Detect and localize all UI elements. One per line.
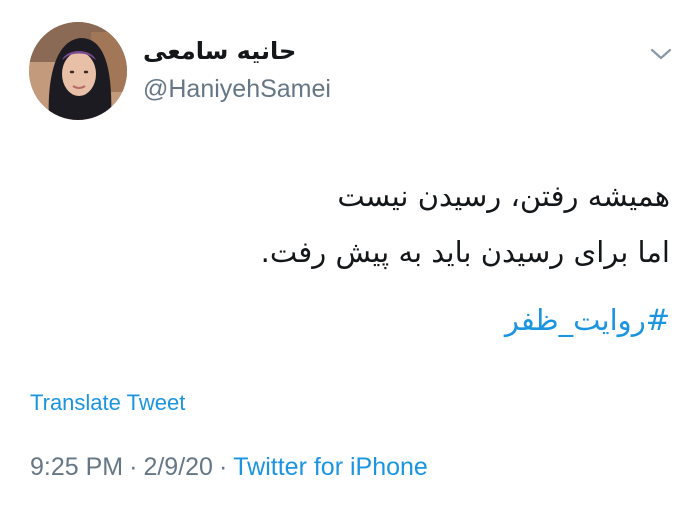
tweet-text-line: اما برای رسیدن باید به پیش رفت. <box>260 235 670 269</box>
hashtag-link[interactable]: #روایت_ظفر <box>505 292 670 348</box>
tweet-time[interactable]: 9:25 PM <box>30 453 123 481</box>
avatar[interactable] <box>29 22 127 120</box>
chevron-down-icon[interactable] <box>648 44 674 64</box>
meta-separator: · <box>218 453 228 481</box>
tweet-text-line: همیشه رفتن، رسیدن نیست <box>337 179 670 213</box>
tweet-metadata: 9:25 PM · 2/9/20 · Twitter for iPhone <box>30 450 428 484</box>
author-handle[interactable]: @HaniyehSamei <box>143 74 331 104</box>
avatar-photo <box>29 22 127 120</box>
tweet-date[interactable]: 2/9/20 <box>143 453 213 481</box>
tweet-source-link[interactable]: Twitter for iPhone <box>233 453 428 481</box>
meta-separator: · <box>129 453 138 481</box>
author-display-name[interactable]: حانیه سامعی <box>143 36 296 66</box>
tweet-text: همیشه رفتن، رسیدن نیست اما برای رسیدن با… <box>30 168 670 348</box>
tweet-card: حانیه سامعی @HaniyehSamei همیشه رفتن، رس… <box>0 0 700 508</box>
translate-tweet-link[interactable]: Translate Tweet <box>30 388 185 418</box>
